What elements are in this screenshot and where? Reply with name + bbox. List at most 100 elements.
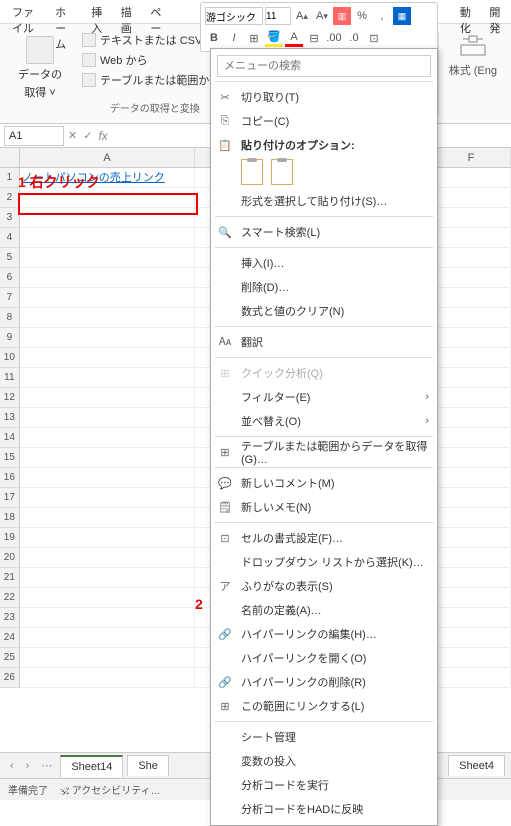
menu-remove-hyperlink[interactable]: 🔗ハイパーリンクの削除(R) (211, 670, 437, 694)
cell[interactable] (20, 368, 196, 388)
row-header[interactable]: 18 (0, 508, 20, 528)
cell[interactable] (20, 388, 196, 408)
cell[interactable] (20, 408, 196, 428)
tab-nav-prev[interactable]: ‹ (6, 760, 18, 772)
tab-file[interactable]: ファイル (4, 0, 47, 23)
cell[interactable] (20, 288, 196, 308)
tab-nav-next[interactable]: › (22, 760, 34, 772)
cell[interactable] (20, 468, 196, 488)
cell[interactable] (20, 648, 196, 668)
menu-clear[interactable]: 数式と値のクリア(N) (211, 299, 437, 323)
from-table-range[interactable]: テーブルまたは範囲から (82, 72, 227, 88)
row-header[interactable]: 9 (0, 328, 20, 348)
menu-search[interactable] (217, 55, 431, 77)
enter-formula-icon[interactable]: ✓ (83, 129, 92, 142)
font-name-input[interactable] (205, 7, 263, 25)
stock-datatype[interactable]: 株式 (Eng (441, 28, 505, 119)
tab-home[interactable]: ホーム (47, 0, 83, 23)
conditional-format-icon[interactable]: ▥ (333, 7, 351, 25)
increase-decimal-icon[interactable]: .0 (345, 29, 363, 47)
fill-color-icon[interactable]: 🪣 (265, 29, 283, 47)
cell[interactable] (20, 528, 196, 548)
row-header[interactable]: 5 (0, 248, 20, 268)
merge-icon[interactable]: ⊟ (305, 29, 323, 47)
bold-icon[interactable]: B (205, 29, 223, 47)
name-box[interactable]: A1 (4, 126, 64, 146)
cell[interactable] (20, 308, 196, 328)
italic-icon[interactable]: I (225, 29, 243, 47)
from-web[interactable]: Web から (82, 52, 227, 68)
sheet-tab-3[interactable]: Sheet4 (448, 755, 505, 776)
font-size-input[interactable] (265, 7, 291, 25)
cell[interactable] (20, 628, 196, 648)
row-header[interactable]: 1 (0, 168, 20, 188)
menu-copy[interactable]: ⎘コピー(C) (211, 109, 437, 133)
menu-define-name[interactable]: 名前の定義(A)… (211, 598, 437, 622)
row-header[interactable]: 21 (0, 568, 20, 588)
cell[interactable] (20, 328, 196, 348)
menu-translate[interactable]: 🗛翻訳 (211, 330, 437, 354)
row-header[interactable]: 17 (0, 488, 20, 508)
status-accessibility[interactable]: 🕉 アクセシビリティ… (60, 782, 161, 797)
menu-show-phonetic[interactable]: アふりがなの表示(S) (211, 574, 437, 598)
fx-icon[interactable]: fx (98, 129, 107, 143)
row-header[interactable]: 15 (0, 448, 20, 468)
menu-format-cells[interactable]: ⊡セルの書式設定(F)… (211, 526, 437, 550)
cell[interactable] (20, 248, 196, 268)
row-header[interactable]: 2 (0, 188, 20, 208)
menu-dropdown-select[interactable]: ドロップダウン リストから選択(K)… (211, 550, 437, 574)
comma-icon[interactable]: , (373, 7, 391, 25)
row-header[interactable]: 13 (0, 408, 20, 428)
cell[interactable] (20, 268, 196, 288)
row-header[interactable]: 22 (0, 588, 20, 608)
table-format-icon[interactable]: ⊡ (365, 29, 383, 47)
menu-new-comment[interactable]: 💬新しいコメント(M) (211, 471, 437, 495)
cell[interactable] (20, 548, 196, 568)
tab-auto[interactable]: 動化 (452, 0, 482, 23)
row-header[interactable]: 8 (0, 308, 20, 328)
row-header[interactable]: 26 (0, 668, 20, 688)
menu-insert[interactable]: 挿入(I)… (211, 251, 437, 275)
sheet-tab-2[interactable]: She (127, 755, 169, 776)
format-painter-icon[interactable]: ▦ (393, 7, 411, 25)
menu-delete[interactable]: 削除(D)… (211, 275, 437, 299)
percent-icon[interactable]: % (353, 7, 371, 25)
menu-cut[interactable]: ✂切り取り(T) (211, 85, 437, 109)
menu-search-input[interactable] (217, 55, 431, 77)
row-header[interactable]: 14 (0, 428, 20, 448)
cancel-formula-icon[interactable]: ✕ (68, 129, 77, 142)
column-header-f[interactable]: F (432, 148, 511, 167)
paste-option-2[interactable] (271, 159, 293, 185)
increase-font-icon[interactable]: A▴ (293, 7, 311, 25)
menu-link-range[interactable]: ⊞この範囲にリンクする(L) (211, 694, 437, 718)
row-header[interactable]: 6 (0, 268, 20, 288)
cell[interactable] (20, 508, 196, 528)
row-header[interactable]: 19 (0, 528, 20, 548)
row-header[interactable]: 12 (0, 388, 20, 408)
row-header[interactable]: 7 (0, 288, 20, 308)
menu-paste-special[interactable]: 形式を選択して貼り付け(S)… (211, 189, 437, 213)
decrease-font-icon[interactable]: A▾ (313, 7, 331, 25)
cell[interactable] (20, 428, 196, 448)
menu-edit-hyperlink[interactable]: 🔗ハイパーリンクの編集(H)… (211, 622, 437, 646)
row-header[interactable]: 10 (0, 348, 20, 368)
menu-open-hyperlink[interactable]: ハイパーリンクを開く(O) (211, 646, 437, 670)
menu-sheet-manage[interactable]: シート管理 (211, 725, 437, 749)
menu-reflect-had[interactable]: 分析コードをHADに反映 (211, 797, 437, 821)
borders-icon[interactable]: ⊞ (245, 29, 263, 47)
font-color-icon[interactable]: A (285, 29, 303, 47)
row-header[interactable]: 25 (0, 648, 20, 668)
menu-get-from-table[interactable]: ⊞テーブルまたは範囲からデータを取得(G)… (211, 440, 437, 464)
sheet-tab-1[interactable]: Sheet14 (60, 755, 123, 777)
tab-page[interactable]: ペー (142, 0, 172, 23)
menu-smart-lookup[interactable]: 🔍スマート検索(L) (211, 220, 437, 244)
tab-insert[interactable]: 挿入 (83, 0, 113, 23)
cell[interactable] (20, 568, 196, 588)
menu-var-insert[interactable]: 変数の投入 (211, 749, 437, 773)
cell[interactable] (20, 608, 196, 628)
menu-filter[interactable]: フィルター(E)› (211, 385, 437, 409)
cell[interactable] (20, 448, 196, 468)
tab-draw[interactable]: 描画 (113, 0, 143, 23)
menu-sort[interactable]: 並べ替え(O)› (211, 409, 437, 433)
paste-option-1[interactable] (241, 159, 263, 185)
